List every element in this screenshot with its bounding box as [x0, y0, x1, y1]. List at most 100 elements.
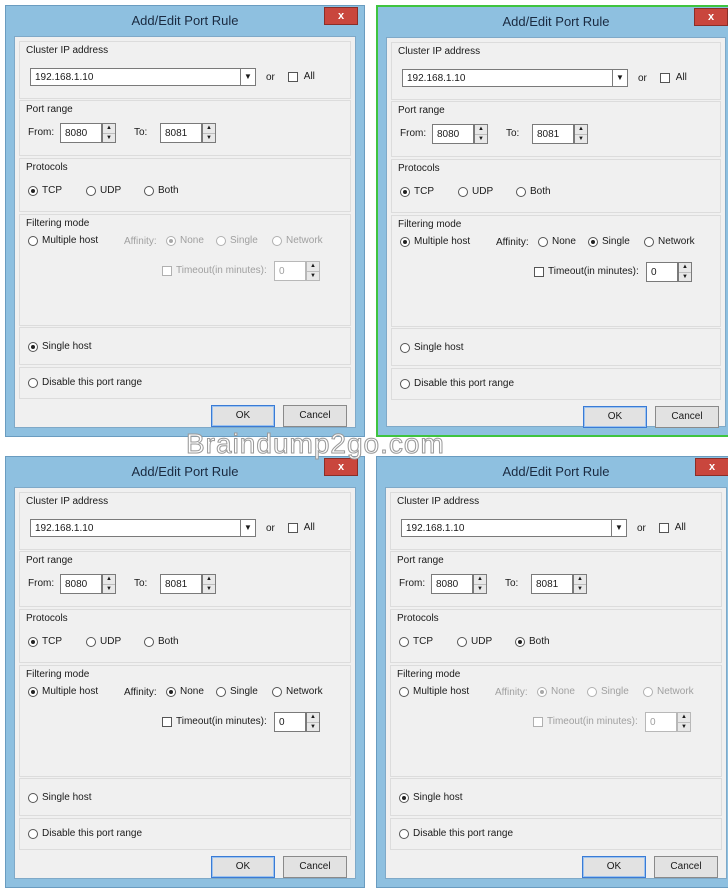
spin-down-icon[interactable]: ▼: [103, 134, 115, 143]
radio-icon[interactable]: [537, 686, 547, 697]
disable-port-range-radio[interactable]: Disable this port range: [399, 828, 513, 839]
affinity-none-radio[interactable]: None: [166, 235, 204, 246]
single-host-radio[interactable]: Single host: [399, 792, 462, 803]
spin-down-icon[interactable]: ▼: [474, 585, 486, 594]
affinity-network-radio[interactable]: Network: [644, 236, 695, 247]
chevron-down-icon[interactable]: ▼: [240, 520, 255, 536]
timeout-checkbox[interactable]: Timeout(in minutes):: [533, 716, 638, 727]
radio-icon[interactable]: [216, 235, 226, 246]
radio-icon[interactable]: [216, 686, 226, 697]
radio-icon[interactable]: [400, 378, 410, 389]
radio-icon[interactable]: [28, 828, 38, 839]
all-checkbox-box[interactable]: [288, 71, 298, 82]
both-radio[interactable]: Both: [515, 636, 550, 647]
both-radio[interactable]: Both: [516, 186, 551, 197]
radio-icon[interactable]: [588, 236, 598, 247]
ok-button[interactable]: OK: [583, 406, 647, 428]
spin-up-icon[interactable]: ▲: [103, 575, 115, 585]
radio-icon[interactable]: [166, 686, 176, 697]
spin-up-icon[interactable]: ▲: [574, 575, 586, 585]
spin-down-icon[interactable]: ▼: [475, 135, 487, 144]
disable-port-range-radio[interactable]: Disable this port range: [400, 378, 514, 389]
affinity-none-radio[interactable]: None: [166, 686, 204, 697]
radio-icon[interactable]: [587, 686, 597, 697]
tcp-radio[interactable]: TCP: [400, 186, 434, 197]
timeout-checkbox[interactable]: Timeout(in minutes):: [534, 266, 639, 277]
spin-down-icon[interactable]: ▼: [103, 585, 115, 594]
radio-icon[interactable]: [28, 636, 38, 647]
spin-down-icon[interactable]: ▼: [678, 723, 690, 732]
udp-radio[interactable]: UDP: [86, 636, 121, 647]
to-port-stepper[interactable]: 8081 ▲ ▼: [160, 574, 216, 594]
radio-icon[interactable]: [399, 686, 409, 697]
all-checkbox-box[interactable]: [288, 522, 298, 533]
close-button[interactable]: x: [324, 7, 358, 25]
radio-icon[interactable]: [144, 636, 154, 647]
spin-up-icon[interactable]: ▲: [103, 124, 115, 134]
udp-radio[interactable]: UDP: [86, 185, 121, 196]
spin-up-icon[interactable]: ▲: [475, 125, 487, 135]
spin-up-icon[interactable]: ▲: [203, 575, 215, 585]
multiple-host-radio[interactable]: Multiple host: [400, 236, 470, 247]
radio-icon[interactable]: [515, 636, 525, 647]
radio-icon[interactable]: [86, 636, 96, 647]
from-port-stepper[interactable]: 8080 ▲ ▼: [431, 574, 487, 594]
udp-radio[interactable]: UDP: [458, 186, 493, 197]
radio-icon[interactable]: [272, 686, 282, 697]
to-port-stepper[interactable]: 8081 ▲ ▼: [532, 124, 588, 144]
spin-up-icon[interactable]: ▲: [678, 713, 690, 723]
radio-icon[interactable]: [457, 636, 467, 647]
spin-down-icon[interactable]: ▼: [679, 273, 691, 282]
all-checkbox[interactable]: All: [659, 522, 686, 533]
all-checkbox-box[interactable]: [659, 522, 669, 533]
radio-icon[interactable]: [28, 235, 38, 246]
affinity-none-radio[interactable]: None: [537, 686, 575, 697]
radio-icon[interactable]: [28, 377, 38, 388]
single-host-radio[interactable]: Single host: [28, 341, 91, 352]
radio-icon[interactable]: [516, 186, 526, 197]
radio-icon[interactable]: [400, 186, 410, 197]
radio-icon[interactable]: [399, 828, 409, 839]
single-host-radio[interactable]: Single host: [28, 792, 91, 803]
spin-up-icon[interactable]: ▲: [679, 263, 691, 273]
spin-down-icon[interactable]: ▼: [203, 585, 215, 594]
timeout-checkbox[interactable]: Timeout(in minutes):: [162, 716, 267, 727]
radio-icon[interactable]: [643, 686, 653, 697]
cluster-ip-combo[interactable]: 192.168.1.10 ▼: [402, 69, 628, 87]
both-radio[interactable]: Both: [144, 185, 179, 196]
cluster-ip-combo[interactable]: 192.168.1.10 ▼: [30, 68, 256, 86]
multiple-host-radio[interactable]: Multiple host: [28, 686, 98, 697]
timeout-checkbox-box[interactable]: [534, 266, 544, 277]
spin-down-icon[interactable]: ▼: [307, 272, 319, 281]
close-button[interactable]: x: [324, 458, 358, 476]
single-host-radio[interactable]: Single host: [400, 342, 463, 353]
from-port-stepper[interactable]: 8080 ▲ ▼: [60, 123, 116, 143]
affinity-single-radio[interactable]: Single: [588, 236, 630, 247]
cancel-button[interactable]: Cancel: [654, 856, 718, 878]
chevron-down-icon[interactable]: ▼: [611, 520, 626, 536]
spin-up-icon[interactable]: ▲: [307, 262, 319, 272]
disable-port-range-radio[interactable]: Disable this port range: [28, 828, 142, 839]
radio-icon[interactable]: [144, 185, 154, 196]
timeout-stepper[interactable]: 0 ▲ ▼: [274, 261, 320, 281]
all-checkbox[interactable]: All: [288, 522, 315, 533]
spin-down-icon[interactable]: ▼: [203, 134, 215, 143]
spin-down-icon[interactable]: ▼: [574, 585, 586, 594]
from-port-stepper[interactable]: 8080 ▲ ▼: [60, 574, 116, 594]
radio-icon[interactable]: [458, 186, 468, 197]
timeout-checkbox-box[interactable]: [533, 716, 543, 727]
spin-up-icon[interactable]: ▲: [575, 125, 587, 135]
from-port-stepper[interactable]: 8080 ▲ ▼: [432, 124, 488, 144]
chevron-down-icon[interactable]: ▼: [240, 69, 255, 85]
affinity-single-radio[interactable]: Single: [587, 686, 629, 697]
radio-icon[interactable]: [644, 236, 654, 247]
radio-icon[interactable]: [272, 235, 282, 246]
cancel-button[interactable]: Cancel: [283, 405, 347, 427]
radio-icon[interactable]: [28, 686, 38, 697]
timeout-checkbox-box[interactable]: [162, 265, 172, 276]
spin-up-icon[interactable]: ▲: [203, 124, 215, 134]
radio-icon[interactable]: [399, 636, 409, 647]
radio-icon[interactable]: [28, 185, 38, 196]
radio-icon[interactable]: [86, 185, 96, 196]
spin-down-icon[interactable]: ▼: [307, 723, 319, 732]
